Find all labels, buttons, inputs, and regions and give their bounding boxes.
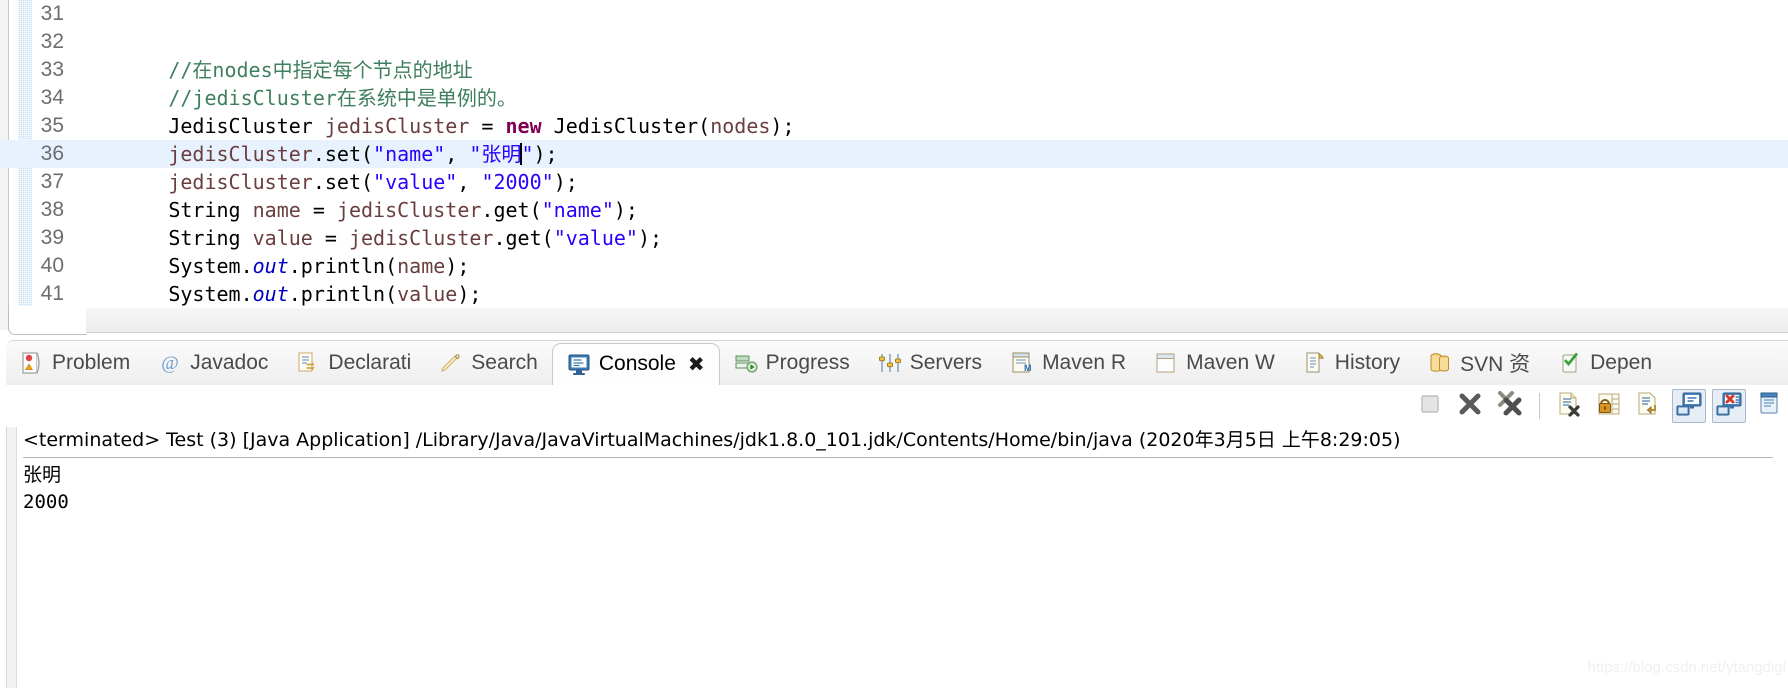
line-number: 37 [40, 170, 64, 193]
editor-bottom-strip [8, 306, 1788, 335]
code-line[interactable]: System.out.println(name); [72, 252, 1788, 280]
progress-icon [734, 351, 758, 375]
console-output-line: 张明 [23, 464, 62, 486]
editor-tab-stub[interactable] [8, 306, 87, 335]
maven-workspace-icon [1154, 351, 1178, 375]
servers-icon [878, 351, 902, 375]
view-tab-label: Depen [1590, 351, 1653, 374]
watermark: https://blog.csdn.net/ytangdigl [1587, 659, 1786, 676]
view-tab-bar: Problem @ Javadoc Declarati Search Console ✖ Pr… [6, 340, 1788, 386]
view-tab-label: Servers [909, 351, 983, 374]
view-tab-label: Maven R [1042, 351, 1127, 374]
view-tab-maven-w[interactable]: Maven W [1140, 341, 1289, 385]
bottom-view-stack: Problem @ Javadoc Declarati Search Console ✖ Pr… [6, 340, 1788, 688]
console-text: <terminated> Test (3) [Java Application]… [23, 427, 1788, 516]
view-tab-search[interactable]: Search [425, 341, 552, 385]
view-tab-servers[interactable]: Servers [864, 341, 996, 385]
svn-repository-icon [1428, 351, 1452, 375]
view-tab-javadoc[interactable]: @ Javadoc [144, 341, 282, 385]
console-toolbar-items[interactable] [1413, 388, 1788, 424]
view-tab-label: Console [598, 352, 676, 375]
view-tab-depen[interactable]: Depen [1544, 341, 1666, 385]
line-number-gutter: 31 32 33 34 35 36 37 38 39 40 41 [0, 0, 72, 330]
display-selected-console-icon [1676, 391, 1702, 422]
code-text-area[interactable]: //在nodes中指定每个节点的地址 //jedisCluster在系统中是单例… [72, 0, 1788, 330]
separator-1 [1539, 393, 1540, 419]
line-number: 38 [40, 198, 64, 221]
code-line[interactable] [72, 28, 1788, 56]
close-icon[interactable]: ✖ [688, 352, 705, 377]
console-output-line: 2000 [23, 491, 69, 513]
line-number: 41 [40, 282, 64, 305]
view-tab-label: Javadoc [190, 351, 269, 374]
line-number: 34 [40, 86, 64, 109]
line-number: 36 [40, 142, 64, 165]
dependencies-icon [1558, 351, 1582, 375]
view-tab-declarati[interactable]: Declarati [282, 341, 425, 385]
search-pencil-icon [439, 351, 463, 375]
scroll-lock-icon [1596, 391, 1622, 422]
line-number: 31 [40, 2, 64, 25]
line-number: 35 [40, 114, 64, 137]
scroll-lock-button[interactable] [1592, 389, 1626, 423]
x-icon [1457, 391, 1483, 422]
code-line[interactable]: //jedisCluster在系统中是单例的。 [72, 84, 1788, 112]
view-tab-label: Search [471, 351, 538, 374]
code-line[interactable]: System.out.println(value); [72, 280, 1788, 308]
remove-all-terminated-button[interactable] [1493, 389, 1527, 423]
view-tab-label: Maven W [1186, 351, 1275, 374]
view-tab-history[interactable]: History [1289, 341, 1414, 385]
history-icon [1303, 351, 1327, 375]
console-left-rail [7, 427, 17, 688]
view-tab-maven-r[interactable]: M Maven R [996, 341, 1140, 385]
code-line[interactable]: jedisCluster.set("value", "2000"); [72, 168, 1788, 196]
console-toolbar [6, 385, 1788, 427]
editor-strip-filler [86, 308, 1788, 333]
code-line[interactable] [72, 0, 1788, 28]
svg-text:@: @ [161, 353, 179, 374]
word-wrap-button[interactable] [1632, 389, 1666, 423]
terminate-button [1413, 389, 1447, 423]
view-tab-list[interactable]: Problem @ Javadoc Declarati Search Console ✖ Pr… [6, 341, 1666, 386]
problems-icon [20, 351, 44, 375]
view-tab-label: SVN 资 [1460, 353, 1531, 376]
code-line[interactable]: //在nodes中指定每个节点的地址 [72, 56, 1788, 84]
code-line[interactable]: String name = jedisCluster.get("name"); [72, 196, 1788, 224]
view-tab-label: Problem [52, 351, 131, 374]
code-line[interactable]: String value = jedisCluster.get("value")… [72, 224, 1788, 252]
javadoc-at-icon: @ [158, 351, 182, 375]
line-number: 40 [40, 254, 64, 277]
open-console-icon [1756, 391, 1782, 422]
double-x-icon [1496, 390, 1524, 423]
clear-console-button[interactable] [1552, 389, 1586, 423]
view-tab-svn[interactable]: SVN 资 [1414, 341, 1544, 385]
console-output-panel[interactable]: <terminated> Test (3) [Java Application]… [6, 427, 1788, 688]
pin-console-button[interactable] [1672, 389, 1706, 423]
stop-square-icon [1419, 393, 1441, 420]
view-tab-problem[interactable]: Problem [6, 341, 144, 385]
console-launch-header: <terminated> Test (3) [Java Application]… [23, 429, 1401, 451]
line-number: 39 [40, 226, 64, 249]
code-editor[interactable]: 31 32 33 34 35 36 37 38 39 40 41 //在nodes中指定每个节点的地… [0, 0, 1788, 340]
close-console-icon [1716, 391, 1742, 422]
view-tab-console[interactable]: Console ✖ [551, 342, 720, 386]
open-console-button[interactable] [1752, 389, 1786, 423]
view-tab-label: Progress [765, 351, 850, 374]
maven-repositories-icon: M [1010, 351, 1034, 375]
word-wrap-icon [1636, 391, 1662, 422]
svg-text:M: M [1024, 363, 1032, 373]
close-console-button[interactable] [1712, 389, 1746, 423]
code-line[interactable]: jedisCluster.set("name", "张明"); [72, 140, 1788, 168]
declaration-icon [296, 351, 320, 375]
view-tab-progress[interactable]: Progress [720, 341, 864, 385]
code-line[interactable]: JedisCluster jedisCluster = new JedisClu… [72, 112, 1788, 140]
view-tab-label: History [1334, 351, 1401, 374]
line-number: 33 [40, 58, 64, 81]
view-tab-label: Declarati [328, 351, 412, 374]
line-number: 32 [40, 30, 64, 53]
clear-console-icon [1556, 391, 1582, 422]
console-monitor-icon [567, 352, 591, 376]
remove-launch-button[interactable] [1453, 389, 1487, 423]
